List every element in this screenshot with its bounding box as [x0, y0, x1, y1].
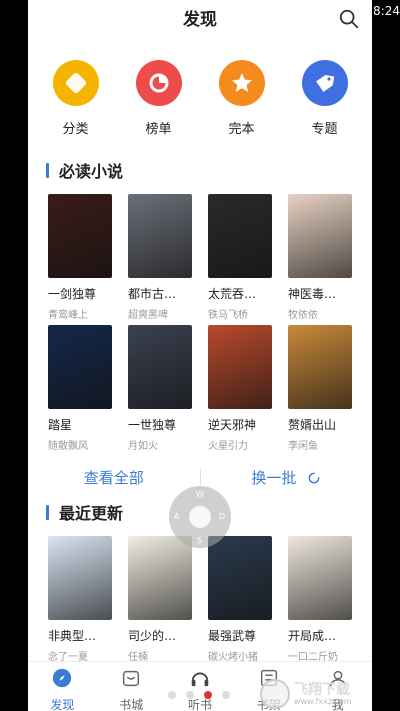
indicator-dot: [168, 691, 176, 699]
ranking-icon: [135, 60, 182, 106]
square-grid-icon: [52, 60, 99, 106]
tab-listen[interactable]: 听书: [166, 662, 235, 711]
page-indicator: [168, 691, 230, 699]
book-title: 都市古…: [128, 287, 177, 301]
book-title: 赘婿出山: [288, 418, 337, 432]
tab-bookstore[interactable]: 书城: [97, 662, 166, 711]
book-cover: [208, 325, 272, 409]
section-title-text: 必读小说: [59, 162, 124, 181]
category-topics[interactable]: 专题: [290, 60, 360, 158]
status-time: 8:24: [373, 4, 400, 18]
section-title-text: 最近更新: [59, 504, 124, 523]
search-icon[interactable]: [338, 8, 360, 30]
book-author: 牧依依: [288, 310, 318, 321]
virtual-joystick[interactable]: W A S D: [169, 486, 231, 548]
must-read-grid: 一剑独尊 青鸾峰上 都市古… 超爽黑啤 太荒吞… 铁马飞桥 神医毒… 牧依依 踏星 随散飘风 一世独…: [28, 194, 372, 456]
book-card[interactable]: 逆天邪神 火星引力: [208, 325, 272, 456]
book-cover: [48, 325, 112, 409]
book-author: 超爽黑啤: [128, 310, 168, 321]
tag-icon: [301, 60, 348, 106]
joystick-key-s: S: [197, 536, 203, 545]
joystick-key-w: W: [196, 490, 204, 499]
book-card[interactable]: 非典型… 念了一夏: [48, 536, 112, 667]
book-card[interactable]: 神医毒… 牧依依: [288, 194, 352, 325]
view-all-button[interactable]: 查看全部: [28, 467, 200, 488]
book-card[interactable]: 太荒吞… 铁马飞桥: [208, 194, 272, 325]
section-accent-bar: [46, 504, 49, 520]
book-title: 最强武尊: [208, 629, 257, 643]
section-must-read: 必读小说: [28, 158, 372, 182]
tab-label: 发现: [50, 698, 75, 711]
tab-label: 书城: [119, 698, 144, 711]
book-author: 铁马飞桥: [208, 310, 248, 321]
category-row: 分类 榜单 完本 专题: [28, 40, 372, 158]
book-title: 踏星: [48, 418, 73, 432]
right-letterbox: 8:24: [372, 0, 400, 711]
left-letterbox: [0, 0, 28, 711]
book-cover: [48, 194, 112, 278]
book-cover: [288, 194, 352, 278]
book-card[interactable]: 最强武尊 碳火烤小猪: [208, 536, 272, 667]
refresh-button[interactable]: 换一批: [201, 467, 373, 488]
book-title: 逆天邪神: [208, 418, 257, 432]
refresh-icon: [308, 472, 320, 484]
category-classify[interactable]: 分类: [41, 60, 111, 158]
book-cover: [128, 194, 192, 278]
book-cover: [48, 536, 112, 620]
category-label: 专题: [311, 122, 338, 137]
category-label: 分类: [62, 122, 89, 137]
refresh-label: 换一批: [251, 468, 297, 487]
indicator-dot: [186, 691, 194, 699]
header: 发现: [28, 0, 372, 40]
book-title: 非典型…: [48, 629, 97, 643]
compass-icon: [53, 668, 72, 688]
joystick-knob[interactable]: [189, 506, 211, 528]
book-author: 随散飘风: [48, 441, 88, 452]
book-cover: [208, 536, 272, 620]
indicator-dot: [222, 691, 230, 699]
book-author: 火星引力: [208, 441, 248, 452]
book-author: 青鸾峰上: [48, 310, 88, 321]
tab-discover[interactable]: 发现: [28, 662, 97, 711]
book-card[interactable]: 踏星 随散飘风: [48, 325, 112, 456]
book-card[interactable]: 都市古… 超爽黑啤: [128, 194, 192, 325]
book-title: 司少的…: [128, 629, 177, 643]
book-cover: [128, 325, 192, 409]
watermark-url: www.fxxz.com: [294, 696, 352, 706]
joystick-key-a: A: [174, 512, 180, 521]
book-author: 月如火: [128, 441, 158, 452]
watermark-name: 飞翔下载: [294, 681, 350, 698]
headphones-icon: [191, 672, 209, 687]
book-author: 李闲鱼: [288, 441, 318, 452]
category-ranking[interactable]: 榜单: [124, 60, 194, 158]
category-label: 完本: [228, 122, 255, 137]
book-card[interactable]: 赘婿出山 李闲鱼: [288, 325, 352, 456]
book-cover: [128, 536, 192, 620]
book-card[interactable]: 一剑独尊 青鸾峰上: [48, 194, 112, 325]
book-card[interactable]: 开局成… 一口二斤奶: [288, 536, 352, 667]
book-title: 开局成…: [288, 629, 337, 643]
book-title: 一剑独尊: [48, 287, 97, 301]
book-title: 太荒吞…: [208, 287, 257, 301]
recent-grid: 非典型… 念了一夏 司少的… 任楠 最强武尊 碳火烤小猪 开局成… 一口二斤奶: [28, 536, 372, 667]
watermark-logo-icon: [260, 679, 290, 709]
watermark: 飞翔下载 www.fxxz.com: [260, 677, 372, 711]
category-completed[interactable]: 完本: [207, 60, 277, 158]
star-icon: [218, 60, 265, 106]
book-cover: [288, 325, 352, 409]
book-cover: [288, 536, 352, 620]
store-icon: [123, 670, 140, 687]
app-screen: 发现 分类 榜单 完本 专题 必读小说 一剑独尊 青鸾峰上 都市古… 超爽黑啤 …: [28, 0, 372, 711]
book-card[interactable]: 司少的… 任楠: [128, 536, 192, 667]
section-accent-bar: [46, 162, 49, 178]
book-title: 一世独尊: [128, 418, 177, 432]
book-card[interactable]: 一世独尊 月如火: [128, 325, 192, 456]
book-title: 神医毒…: [288, 287, 337, 301]
category-label: 榜单: [145, 122, 172, 137]
page-title: 发现: [183, 10, 217, 30]
joystick-key-d: D: [219, 512, 226, 521]
book-cover: [208, 194, 272, 278]
indicator-dot-active: [204, 691, 212, 699]
